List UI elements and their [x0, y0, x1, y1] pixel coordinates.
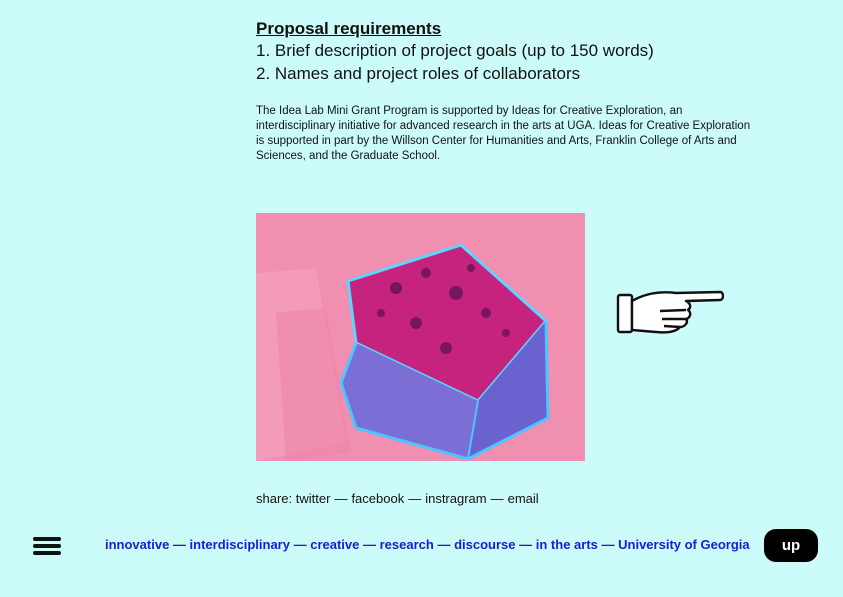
share-label: share: [256, 491, 293, 506]
tagline-discourse[interactable]: discourse [454, 537, 515, 552]
tagline-interdisciplinary[interactable]: interdisciplinary [190, 537, 290, 552]
proposal-requirement-2: 2. Names and project roles of collaborat… [256, 64, 581, 83]
cube-artwork-image [256, 213, 585, 461]
main-content: Proposal requirements 1. Brief descripti… [256, 18, 776, 164]
pointing-hand-icon [616, 290, 724, 334]
share-email-link[interactable]: email [508, 491, 539, 506]
share-twitter-link[interactable]: twitter [296, 491, 331, 506]
tagline-in-the-arts[interactable]: in the arts [536, 537, 598, 552]
tagline-research[interactable]: research [380, 537, 434, 552]
share-instagram-link[interactable]: instragram [425, 491, 486, 506]
proposal-requirement-1: 1. Brief description of project goals (u… [256, 41, 654, 60]
proposal-requirements-title: Proposal requirements [256, 19, 442, 38]
share-bar: share: twitter — facebook — instragram — email [256, 491, 539, 506]
scroll-up-button[interactable]: up [764, 529, 818, 562]
tagline-university-of-georgia[interactable]: University of Georgia [618, 537, 749, 552]
tagline-nav: innovative — interdisciplinary — creativ… [105, 537, 750, 552]
share-facebook-link[interactable]: facebook [351, 491, 404, 506]
hamburger-menu-icon[interactable] [33, 537, 61, 555]
tagline-creative[interactable]: creative [310, 537, 359, 552]
tagline-innovative[interactable]: innovative [105, 537, 169, 552]
program-description: The Idea Lab Mini Grant Program is suppo… [256, 105, 751, 162]
